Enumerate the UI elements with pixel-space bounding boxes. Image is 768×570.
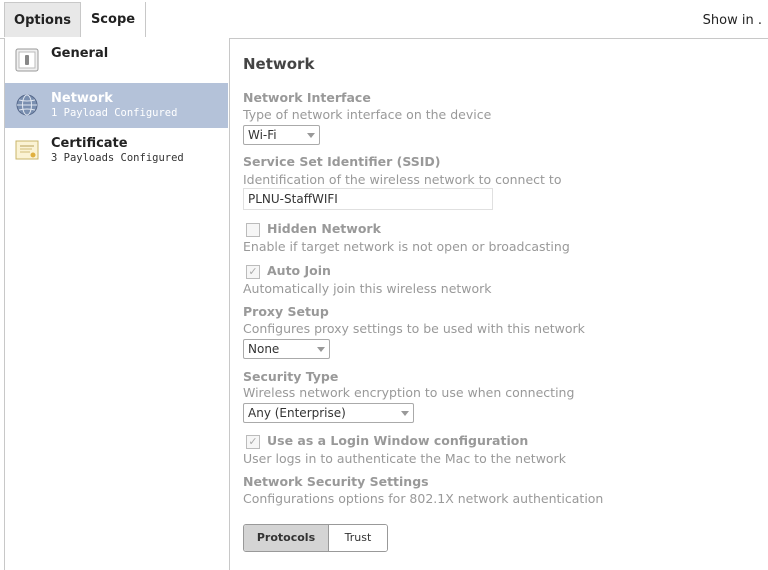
page-title: Network	[243, 55, 315, 73]
tab-options[interactable]: Options	[4, 2, 81, 37]
login-window-desc: User logs in to authenticate the Mac to …	[243, 451, 566, 466]
proxy-setup-value: None	[248, 342, 280, 356]
tab-scope[interactable]: Scope	[81, 2, 146, 37]
sidebar-item-label: Certificate	[51, 136, 128, 151]
auto-join-desc: Automatically join this wireless network	[243, 281, 492, 296]
security-settings-desc: Configurations options for 802.1X networ…	[243, 491, 604, 506]
trust-button[interactable]: Trust	[329, 525, 387, 551]
sidebar-item-subtitle: 1 Payload Configured	[51, 107, 178, 119]
sidebar-item-label: Network	[51, 91, 113, 106]
chevron-down-icon	[401, 411, 409, 416]
hidden-network-label: Hidden Network	[267, 221, 381, 236]
top-tab-bar: Options Scope Show in .	[0, 0, 768, 39]
certificate-icon	[15, 140, 39, 160]
ssid-field[interactable]: PLNU-StaffWIFI	[243, 188, 493, 210]
proxy-setup-select[interactable]: None	[243, 339, 330, 359]
security-settings-label: Network Security Settings	[243, 474, 429, 489]
sidebar-item-network[interactable]: Network 1 Payload Configured	[5, 83, 228, 128]
sidebar-item-general[interactable]: General	[5, 38, 228, 83]
ssid-desc: Identification of the wireless network t…	[243, 172, 562, 187]
protocols-button[interactable]: Protocols	[244, 525, 329, 551]
globe-icon	[16, 94, 38, 116]
show-in-link[interactable]: Show in .	[703, 0, 762, 40]
network-interface-value: Wi-Fi	[248, 128, 277, 142]
network-interface-select[interactable]: Wi-Fi	[243, 125, 320, 145]
login-window-label: Use as a Login Window configuration	[267, 433, 529, 448]
sidebar-item-certificate[interactable]: Certificate 3 Payloads Configured	[5, 128, 228, 173]
network-payload-panel: Network Network Interface Type of networ…	[229, 38, 768, 570]
hidden-network-checkbox[interactable]	[246, 223, 260, 237]
checkmark-icon: ✓	[248, 435, 258, 448]
hidden-network-desc: Enable if target network is not open or …	[243, 239, 570, 254]
checkmark-icon: ✓	[248, 265, 258, 278]
ssid-label: Service Set Identifier (SSID)	[243, 154, 441, 169]
security-type-label: Security Type	[243, 369, 339, 384]
auto-join-label: Auto Join	[267, 263, 331, 278]
chevron-down-icon	[317, 347, 325, 352]
security-type-value: Any (Enterprise)	[248, 406, 346, 420]
network-interface-label: Network Interface	[243, 90, 371, 105]
network-interface-desc: Type of network interface on the device	[243, 107, 492, 122]
chevron-down-icon	[307, 133, 315, 138]
sidebar-item-subtitle: 3 Payloads Configured	[51, 152, 184, 164]
security-type-desc: Wireless network encryption to use when …	[243, 385, 575, 400]
general-icon	[15, 48, 39, 72]
proxy-setup-label: Proxy Setup	[243, 304, 329, 319]
security-settings-segmented-control: Protocols Trust	[243, 524, 388, 552]
payload-sidebar: General Network 1 Payload Configured Cer…	[4, 38, 230, 570]
proxy-setup-desc: Configures proxy settings to be used wit…	[243, 321, 585, 336]
security-type-select[interactable]: Any (Enterprise)	[243, 403, 414, 423]
sidebar-item-label: General	[51, 46, 109, 61]
login-window-checkbox[interactable]: ✓	[246, 435, 260, 449]
auto-join-checkbox[interactable]: ✓	[246, 265, 260, 279]
